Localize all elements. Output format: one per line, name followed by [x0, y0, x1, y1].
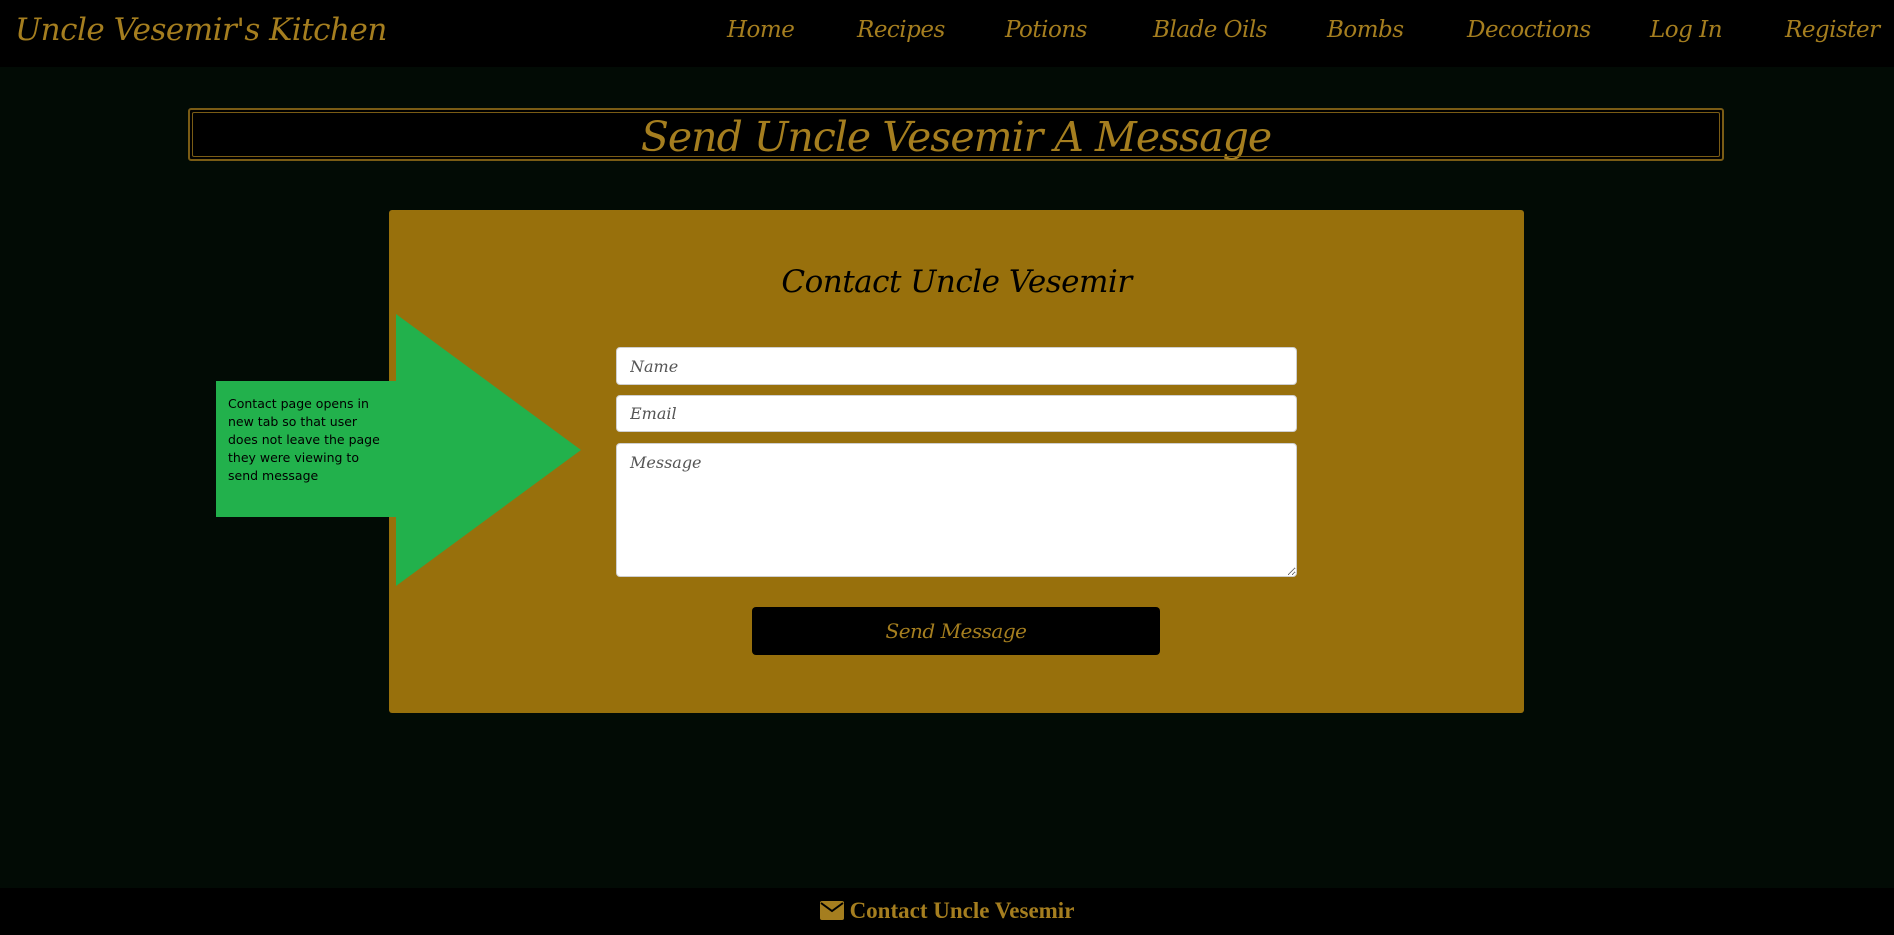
annotation-note: Contact page opens in new tab so that us…	[228, 396, 380, 483]
nav-link-potions[interactable]: Potions	[1005, 17, 1087, 43]
nav-link-register[interactable]: Register	[1785, 17, 1880, 43]
footer-contact-label: Contact Uncle Vesemir	[849, 898, 1075, 923]
navbar: Uncle Vesemir's Kitchen Home Recipes Pot…	[0, 0, 1894, 67]
footer: Contact Uncle Vesemir	[0, 888, 1894, 935]
envelope-icon	[819, 901, 844, 920]
hero-banner: Send Uncle Vesemir A Message	[188, 108, 1724, 161]
nav-link-decoctions[interactable]: Decoctions	[1467, 17, 1591, 43]
nav-link-bombs[interactable]: Bombs	[1327, 17, 1404, 43]
footer-contact-link[interactable]: Contact Uncle Vesemir	[0, 898, 1894, 924]
contact-form-title: Contact Uncle Vesemir	[781, 264, 1132, 300]
name-input[interactable]	[616, 347, 1297, 385]
nav-link-log-in[interactable]: Log In	[1650, 17, 1723, 43]
email-input[interactable]	[616, 395, 1297, 432]
nav-link-recipes[interactable]: Recipes	[857, 17, 945, 43]
nav-link-blade-oils[interactable]: Blade Oils	[1153, 17, 1268, 43]
nav-link-home[interactable]: Home	[727, 17, 795, 43]
page-title: Send Uncle Vesemir A Message	[640, 113, 1272, 161]
brand-link[interactable]: Uncle Vesemir's Kitchen	[15, 12, 387, 48]
message-textarea[interactable]	[616, 443, 1297, 577]
send-message-button[interactable]: Send Message	[752, 607, 1160, 655]
